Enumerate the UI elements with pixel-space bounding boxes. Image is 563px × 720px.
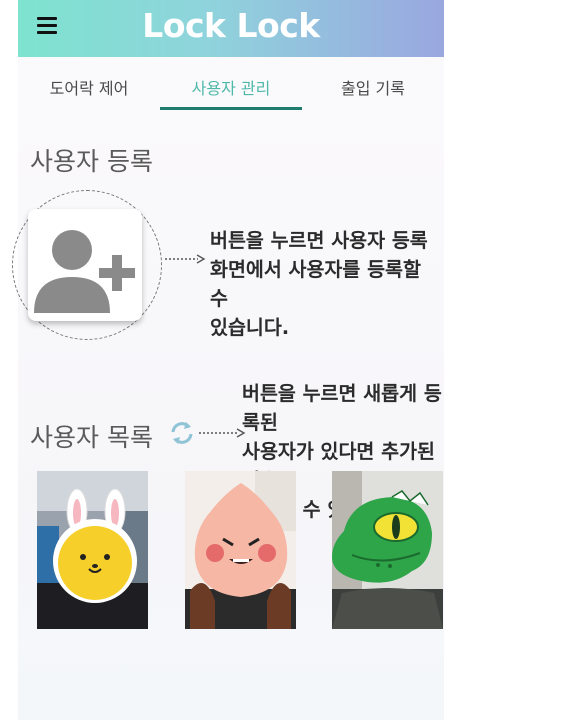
app-title: Lock Lock — [142, 6, 320, 45]
register-annotation-arrow — [165, 254, 206, 264]
tab-user-management[interactable]: 사용자 관리 — [160, 75, 302, 99]
add-user-button[interactable] — [28, 209, 142, 321]
user-photo-3[interactable] — [332, 471, 443, 629]
yellow-bunny-character-face-icon — [37, 471, 148, 629]
peach-character-face-icon — [185, 471, 296, 629]
user-photo-2[interactable] — [185, 471, 296, 629]
refresh-annotation-line: 버튼을 누르면 새롭게 등록된 — [242, 382, 442, 434]
user-photo-1[interactable] — [37, 471, 148, 629]
refresh-icon[interactable] — [168, 419, 196, 447]
tab-bar: 도어락 제어 사용자 관리 출입 기록 — [18, 57, 444, 111]
register-annotation-line: 화면에서 사용자를 등록할 수 — [210, 258, 421, 310]
register-section-title: 사용자 등록 — [30, 147, 153, 176]
user-list-section-title: 사용자 목록 — [30, 423, 153, 452]
register-annotation-line: 있습니다. — [210, 316, 290, 339]
add-user-icon — [34, 230, 135, 313]
register-annotation: 버튼을 누르면 사용자 등록 화면에서 사용자를 등록할 수 있습니다. — [210, 226, 444, 342]
add-user-highlight-circle — [12, 190, 162, 340]
green-crocodile-character-face-icon — [332, 471, 443, 629]
tab-door-lock-control[interactable]: 도어락 제어 — [18, 75, 160, 99]
phone-screen: Lock Lock 도어락 제어 사용자 관리 출입 기록 사용자 등록 버튼을… — [12, 0, 444, 720]
active-tab-indicator — [160, 107, 302, 110]
tab-access-log[interactable]: 출입 기록 — [302, 75, 444, 99]
register-annotation-line: 버튼을 누르면 사용자 등록 — [210, 229, 428, 252]
app-header: Lock Lock — [18, 0, 444, 57]
refresh-annotation-arrow — [199, 428, 246, 438]
